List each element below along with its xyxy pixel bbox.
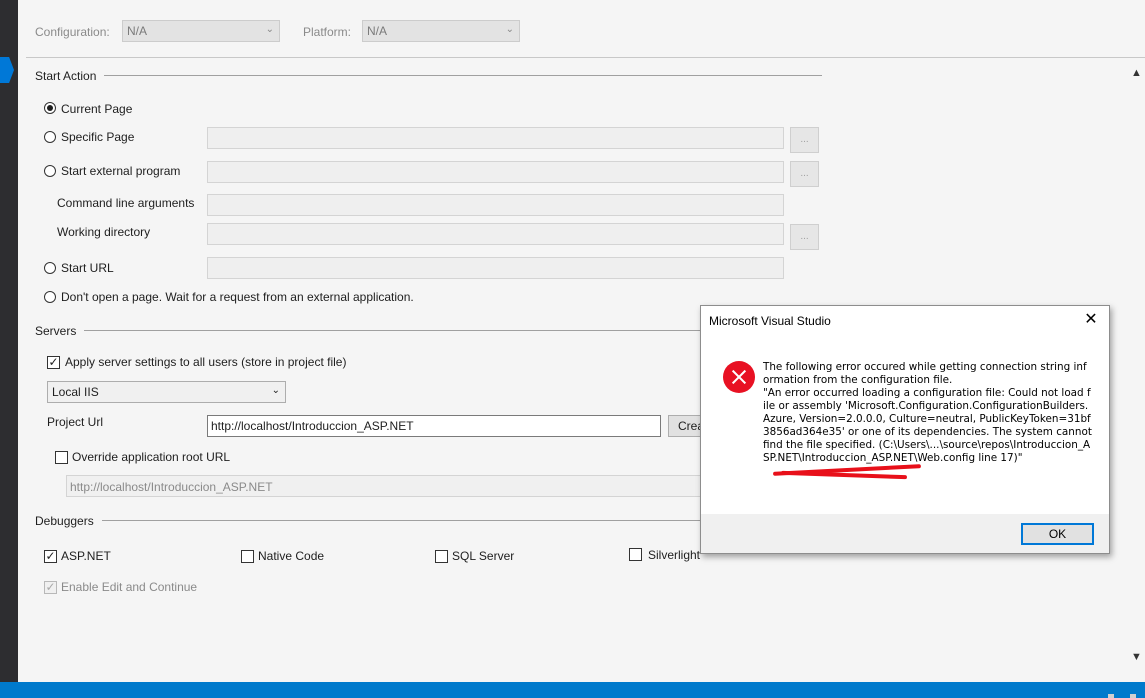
dialog-title: Microsoft Visual Studio: [709, 314, 831, 328]
override-root-url-label: Override application root URL: [72, 450, 231, 464]
sql-server-checkbox[interactable]: [435, 550, 448, 563]
edit-and-continue-checkbox[interactable]: ✓: [44, 580, 57, 594]
server-dropdown[interactable]: Local IIS ⌄: [47, 381, 286, 403]
header-divider: [26, 57, 1145, 58]
specific-page-radio[interactable]: [44, 131, 56, 143]
override-root-url-input[interactable]: http://localhost/Introduccion_ASP.NET: [66, 475, 726, 497]
scrollbar-thumb[interactable]: [1131, 87, 1141, 517]
chevron-down-icon: ⌄: [271, 385, 280, 396]
start-url-label: Start URL: [61, 261, 114, 275]
override-root-url-checkbox[interactable]: [55, 451, 68, 464]
edit-and-continue-label: Enable Edit and Continue: [61, 580, 198, 594]
specific-page-input[interactable]: [207, 127, 784, 149]
current-page-label: Current Page: [61, 102, 133, 116]
external-program-radio[interactable]: [44, 165, 56, 177]
native-code-checkbox[interactable]: [241, 550, 254, 563]
platform-value: N/A: [367, 24, 388, 38]
project-url-label: Project Url: [47, 415, 104, 429]
platform-dropdown[interactable]: N/A ⌄: [362, 20, 520, 42]
project-url-input[interactable]: http://localhost/Introduccion_ASP.NET: [207, 415, 661, 437]
specific-page-label: Specific Page: [61, 130, 135, 144]
command-line-arguments-input[interactable]: [207, 194, 784, 216]
sql-server-label: SQL Server: [452, 549, 515, 563]
error-icon: [723, 361, 755, 393]
chevron-down-icon: ⌄: [265, 24, 274, 35]
silverlight-label: Silverlight: [648, 548, 701, 562]
external-program-input[interactable]: [207, 161, 784, 183]
scroll-up-icon[interactable]: ▲: [1131, 67, 1142, 79]
working-directory-input[interactable]: [207, 223, 784, 245]
apply-server-settings-checkbox[interactable]: ✓: [47, 355, 60, 369]
native-code-label: Native Code: [258, 549, 325, 563]
chevron-down-icon: ⌄: [505, 24, 514, 35]
selected-tab-marker: [0, 57, 14, 83]
platform-label: Platform:: [303, 25, 352, 39]
aspnet-debugger-checkbox[interactable]: ✓: [44, 549, 57, 563]
configuration-dropdown[interactable]: N/A ⌄: [122, 20, 280, 42]
specific-page-browse-button[interactable]: ...: [790, 127, 819, 153]
external-program-label: Start external program: [61, 164, 181, 178]
scroll-down-icon[interactable]: ▼: [1131, 651, 1142, 663]
current-page-radio[interactable]: [44, 102, 56, 114]
aspnet-debugger-label: ASP.NET: [61, 549, 111, 563]
configuration-value: N/A: [127, 24, 148, 38]
ok-button[interactable]: OK: [1021, 523, 1094, 545]
dialog-footer: OK: [701, 514, 1109, 553]
dont-open-page-radio[interactable]: [44, 291, 56, 303]
error-message: The following error occured while gettin…: [763, 361, 1092, 464]
checkmark-icon: ✓: [45, 580, 56, 594]
checkmark-icon: ✓: [48, 355, 59, 369]
start-url-input[interactable]: [207, 257, 784, 279]
status-indicator: [1108, 694, 1114, 698]
start-action-heading: Start Action: [35, 69, 105, 83]
servers-heading: Servers: [35, 324, 85, 338]
apply-server-settings-label: Apply server settings to all users (stor…: [65, 355, 347, 369]
working-directory-browse-button[interactable]: ...: [790, 224, 819, 250]
start-url-radio[interactable]: [44, 262, 56, 274]
checkmark-icon: ✓: [45, 549, 56, 563]
start-action-divider: [35, 75, 822, 76]
configuration-label: Configuration:: [35, 25, 110, 39]
error-dialog: Microsoft Visual Studio ✕ The following …: [700, 305, 1110, 554]
external-program-browse-button[interactable]: ...: [790, 161, 819, 187]
dont-open-page-label: Don't open a page. Wait for a request fr…: [61, 290, 414, 304]
dialog-body: The following error occured while gettin…: [701, 338, 1109, 514]
debuggers-heading: Debuggers: [35, 514, 102, 528]
status-bar: [0, 682, 1145, 698]
close-icon[interactable]: ✕: [1081, 310, 1101, 330]
server-value: Local IIS: [52, 385, 99, 399]
working-directory-label: Working directory: [57, 225, 151, 239]
silverlight-checkbox[interactable]: [629, 548, 642, 561]
vertical-scrollbar[interactable]: ▲ ▼: [1127, 65, 1145, 670]
redaction-scribble: [780, 470, 908, 480]
status-indicator: [1130, 694, 1136, 698]
command-line-arguments-label: Command line arguments: [57, 196, 195, 210]
